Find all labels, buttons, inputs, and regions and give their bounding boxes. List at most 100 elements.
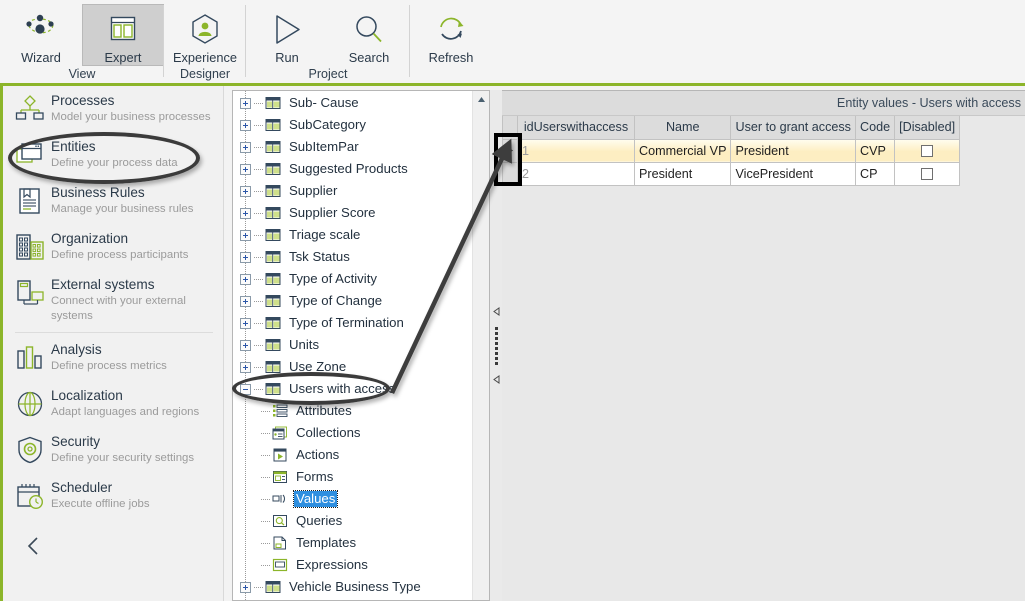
tree-node-label: Collections <box>296 425 361 440</box>
disabled-checkbox-cell[interactable] <box>894 161 961 186</box>
tree-node-type-of-activity[interactable]: Type of Activity <box>233 268 472 290</box>
expand-plus-icon[interactable] <box>240 97 251 109</box>
sidebar-item-business-rules[interactable]: Business Rules Manage your business rules <box>3 178 223 224</box>
tree-node-units[interactable]: Units <box>233 334 472 356</box>
tree-node-supplier[interactable]: Supplier <box>233 180 472 202</box>
expand-plus-icon[interactable] <box>240 163 251 175</box>
entities-windows-icon <box>16 143 42 163</box>
tree-node-expressions[interactable]: Expressions <box>233 554 472 576</box>
templates-page-icon <box>272 536 289 551</box>
tree-node-type-of-change[interactable]: Type of Change <box>233 290 472 312</box>
grid-column-header[interactable]: User to grant access <box>730 116 856 140</box>
chevron-left-icon <box>27 537 38 555</box>
sidebar-item-text: Processes Model your business processes <box>47 92 211 125</box>
scheduler-calendar-clock-icon <box>17 484 44 510</box>
expand-plus-icon[interactable] <box>240 339 251 351</box>
tree-node-use-zone[interactable]: Use Zone <box>233 356 472 378</box>
expand-plus-icon[interactable] <box>240 185 251 197</box>
tree-node-forms[interactable]: Forms <box>233 466 472 488</box>
grid-cell[interactable]: CVP <box>854 138 896 163</box>
sidebar-item-text: Analysis Define process metrics <box>47 341 167 374</box>
splitter-grip-icon[interactable] <box>494 326 498 365</box>
nav-list: Processes Model your business processes En… <box>3 86 223 519</box>
ribbon-button-refresh[interactable]: Refresh <box>410 4 492 66</box>
search-magnifier-icon <box>356 15 382 42</box>
ribbon-button-expert[interactable]: Expert <box>82 4 164 66</box>
tree-node-queries[interactable]: Queries <box>233 510 472 532</box>
entity-values-grid[interactable]: idUserswithaccess Name User to grant acces… <box>502 116 961 186</box>
sidebar-item-scheduler[interactable]: Scheduler Execute offline jobs <box>3 473 223 519</box>
values-icon <box>272 492 289 507</box>
ribbon-button-run[interactable]: Run <box>246 4 328 66</box>
panel-splitter[interactable] <box>490 90 502 601</box>
tree-node-subitempar[interactable]: SubItemPar <box>233 136 472 158</box>
expand-plus-icon[interactable] <box>240 251 251 263</box>
expand-plus-icon[interactable] <box>240 119 251 131</box>
grid-cell[interactable]: Commercial VP <box>633 138 732 163</box>
collapse-left-arrow-icon[interactable] <box>492 306 500 317</box>
entity-table-icon <box>265 251 281 263</box>
expand-plus-icon[interactable] <box>240 295 251 307</box>
sidebar-item-analysis[interactable]: Analysis Define process metrics <box>3 335 223 381</box>
tree-scroll-area[interactable]: Sub- Cause SubCategory SubItemPar Suggested… <box>233 91 472 600</box>
tree-connector-line <box>261 542 270 544</box>
expand-plus-icon[interactable] <box>240 317 251 329</box>
expand-plus-icon[interactable] <box>240 229 251 241</box>
row-current-arrow-icon[interactable] <box>502 138 518 163</box>
grid-cell[interactable]: CP <box>854 161 896 186</box>
sidebar-item-external-systems[interactable]: External systems Connect with your extern… <box>3 270 223 330</box>
disabled-checkbox-cell[interactable] <box>894 138 961 163</box>
expand-plus-icon[interactable] <box>240 207 251 219</box>
ribbon-button-search[interactable]: Search <box>328 4 410 66</box>
localization-globe-icon <box>13 387 47 421</box>
tree-node-type-of-termination[interactable]: Type of Termination <box>233 312 472 334</box>
expand-plus-icon[interactable] <box>240 361 251 373</box>
grid-column-header[interactable]: [Disabled] <box>894 116 961 140</box>
grid-cell[interactable]: President <box>633 161 732 186</box>
grid-column-header[interactable]: idUserswithaccess <box>517 116 635 140</box>
grid-cell[interactable]: 1 <box>517 138 635 163</box>
tree-node-vehicle-business-type[interactable]: Vehicle Business Type <box>233 576 472 598</box>
collapse-left-arrow-icon[interactable] <box>492 374 500 385</box>
expand-plus-icon[interactable] <box>240 273 251 285</box>
tree-node-templates[interactable]: Templates <box>233 532 472 554</box>
ribbon-button-wizard[interactable]: Wizard <box>0 4 82 66</box>
collapse-minus-icon[interactable] <box>240 383 251 395</box>
expand-plus-icon[interactable] <box>240 141 251 153</box>
tree-node-suggested-products[interactable]: Suggested Products <box>233 158 472 180</box>
tree-node-users-with-access[interactable]: Users with access <box>233 378 472 400</box>
grid-column-header[interactable]: Name <box>633 116 732 140</box>
tree-node-collections[interactable]: Collections <box>233 422 472 444</box>
row-selector-cell[interactable] <box>502 161 518 186</box>
sidebar-item-localization[interactable]: Localization Adapt languages and regions <box>3 381 223 427</box>
tree-node-attributes[interactable]: Attributes <box>233 400 472 422</box>
grid-cell[interactable]: 2 <box>517 161 635 186</box>
tree-node-subcategory[interactable]: SubCategory <box>233 114 472 136</box>
checkbox-unchecked-icon[interactable] <box>921 145 934 158</box>
sidebar-item-security[interactable]: Security Define your security settings <box>3 427 223 473</box>
scroll-up-arrow-icon[interactable] <box>473 91 489 108</box>
table-row[interactable]: 1 Commercial VP President CVP <box>502 138 961 163</box>
sidebar-collapse-button[interactable] <box>17 529 51 563</box>
grid-cell[interactable]: VicePresident <box>730 161 856 186</box>
sidebar-item-subtitle: Connect with your external systems <box>51 295 186 322</box>
tree-node-actions[interactable]: Actions <box>233 444 472 466</box>
tree-vertical-scrollbar[interactable] <box>472 91 489 600</box>
collections-icon <box>272 426 287 440</box>
tree-node-supplier-score[interactable]: Supplier Score <box>233 202 472 224</box>
tree-node-label: Attributes <box>296 403 352 418</box>
tree-node-tsk-status[interactable]: Tsk Status <box>233 246 472 268</box>
grid-cell[interactable]: President <box>730 138 856 163</box>
tree-node-sub-cause[interactable]: Sub- Cause <box>233 92 472 114</box>
checkbox-unchecked-icon[interactable] <box>921 168 934 181</box>
sidebar-item-processes[interactable]: Processes Model your business processes <box>3 86 223 132</box>
ribbon-button-experience[interactable]: Experience <box>164 4 246 66</box>
expand-plus-icon[interactable] <box>240 581 251 593</box>
sidebar-item-entities[interactable]: Entities Define your process data <box>3 132 223 178</box>
grid-column-header[interactable]: Code <box>854 116 896 140</box>
tree-node-triage-scale[interactable]: Triage scale <box>233 224 472 246</box>
sidebar-item-organization[interactable]: Organization Define process participants <box>3 224 223 270</box>
table-row[interactable]: 2 President VicePresident CP <box>502 161 961 186</box>
entity-table-icon <box>265 96 282 111</box>
tree-node-values[interactable]: Values <box>233 488 472 510</box>
